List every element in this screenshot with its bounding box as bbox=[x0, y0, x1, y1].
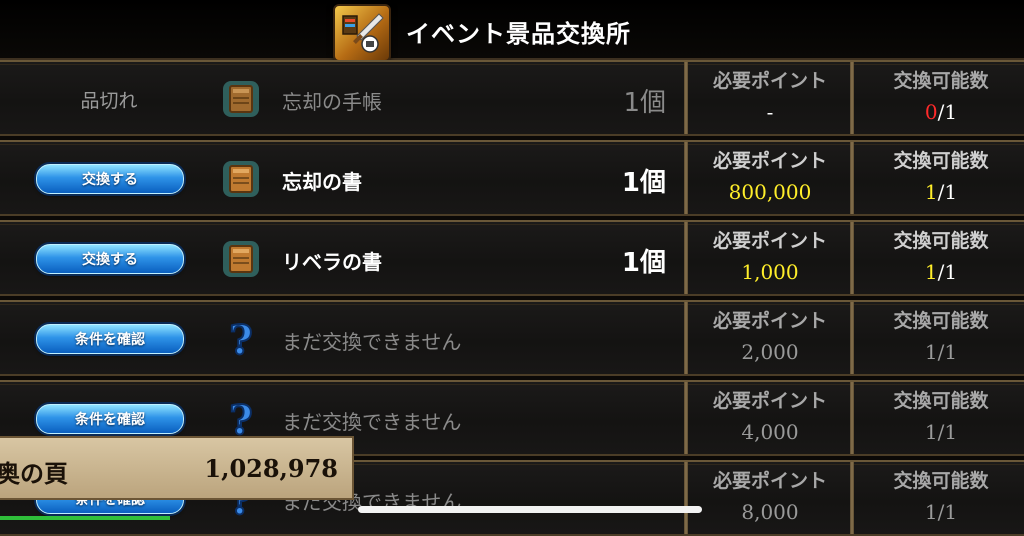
exchange-count-value: 1/1 bbox=[858, 180, 1024, 204]
required-points-value: 1,000 bbox=[741, 260, 799, 284]
exchange-count-label: 交換可能数 bbox=[893, 70, 989, 92]
page-title: イベント景品交換所 bbox=[406, 20, 631, 48]
exchange-row: 条件を確認 ? まだ交換できません 必要ポイント 2,000 交換可能数 1/1 bbox=[0, 300, 1024, 376]
column-divider bbox=[850, 142, 854, 214]
question-icon: ? bbox=[220, 396, 262, 445]
column-divider bbox=[850, 382, 854, 454]
required-points-label: 必要ポイント bbox=[712, 470, 827, 492]
points-currency-label: 奥の頁 bbox=[0, 460, 68, 488]
exchange-count-label: 交換可能数 bbox=[893, 310, 989, 332]
exchange-count-label: 交換可能数 bbox=[893, 150, 989, 172]
exchange-count-value: 1/1 bbox=[858, 500, 1024, 524]
exchange-count-label: 交換可能数 bbox=[893, 470, 989, 492]
required-points-value: 2,000 bbox=[741, 340, 799, 364]
required-points-label: 必要ポイント bbox=[712, 390, 827, 412]
column-divider bbox=[850, 462, 854, 534]
required-points-label: 必要ポイント bbox=[712, 230, 827, 252]
column-divider bbox=[850, 62, 854, 134]
exchange-total: /1 bbox=[937, 180, 958, 204]
item-quantity: 1個 bbox=[623, 88, 666, 118]
item-quantity: 1個 bbox=[621, 248, 666, 278]
exchange-total: /1 bbox=[937, 500, 958, 524]
owned-points-value: 1,028,978 bbox=[204, 454, 338, 483]
progress-indicator bbox=[0, 516, 170, 520]
exchange-total: /1 bbox=[937, 340, 958, 364]
exchange-used: 1 bbox=[924, 260, 938, 284]
svg-text:?: ? bbox=[229, 318, 252, 360]
exchange-used: 1 bbox=[924, 180, 938, 204]
exchange-used: 1 bbox=[924, 500, 938, 524]
column-divider bbox=[684, 462, 688, 534]
column-divider bbox=[684, 302, 688, 374]
exchange-button[interactable]: 交換する bbox=[36, 244, 184, 274]
exchange-total: /1 bbox=[937, 260, 958, 284]
exchange-row: 品切れ 忘却の手帳 1個 必要ポイント - 交換可能数 0/1 bbox=[0, 60, 1024, 136]
sold-out-label: 品切れ bbox=[80, 90, 138, 112]
column-divider bbox=[684, 62, 688, 134]
required-points-value: 8,000 bbox=[741, 500, 799, 524]
item-name: リベラの書 bbox=[282, 250, 382, 274]
check-conditions-button[interactable]: 条件を確認 bbox=[36, 404, 184, 434]
exchange-used: 1 bbox=[924, 340, 938, 364]
home-indicator[interactable] bbox=[358, 506, 702, 513]
column-divider bbox=[684, 222, 688, 294]
required-points-label: 必要ポイント bbox=[712, 70, 827, 92]
exchange-total: /1 bbox=[937, 100, 958, 124]
column-divider bbox=[850, 222, 854, 294]
exchange-row: 交換する 忘却の書 1個 必要ポイント 800,000 交換可能数 1/1 bbox=[0, 140, 1024, 216]
book-icon bbox=[220, 238, 262, 280]
item-name: まだ交換できません bbox=[282, 330, 462, 354]
exchange-count-value: 1/1 bbox=[858, 340, 1024, 364]
exchange-count-value: 1/1 bbox=[858, 260, 1024, 284]
required-points-value: - bbox=[766, 100, 774, 124]
exchange-used: 1 bbox=[924, 420, 938, 444]
item-quantity: 1個 bbox=[621, 168, 666, 198]
exchange-total: /1 bbox=[937, 420, 958, 444]
column-divider bbox=[850, 302, 854, 374]
column-divider bbox=[684, 142, 688, 214]
required-points-value: 800,000 bbox=[728, 180, 812, 204]
exchange-used: 0 bbox=[924, 100, 938, 124]
item-name: まだ交換できません bbox=[282, 410, 462, 434]
exchange-row: 交換する リベラの書 1個 必要ポイント 1,000 交換可能数 1/1 bbox=[0, 220, 1024, 296]
owned-points-panel: 奥の頁 1,028,978 bbox=[0, 436, 354, 500]
book-icon bbox=[220, 78, 262, 120]
required-points-label: 必要ポイント bbox=[712, 150, 827, 172]
item-name: 忘却の手帳 bbox=[282, 90, 382, 114]
exchange-count-label: 交換可能数 bbox=[893, 230, 989, 252]
exchange-button[interactable]: 交換する bbox=[36, 164, 184, 194]
exchange-count-label: 交換可能数 bbox=[893, 390, 989, 412]
svg-text:?: ? bbox=[229, 398, 252, 440]
required-points-value: 4,000 bbox=[741, 420, 799, 444]
question-icon: ? bbox=[220, 316, 262, 365]
required-points-label: 必要ポイント bbox=[712, 310, 827, 332]
book-icon bbox=[220, 158, 262, 200]
item-name: 忘却の書 bbox=[282, 170, 362, 194]
header-bar: イベント景品交換所 bbox=[0, 0, 1024, 62]
column-divider bbox=[684, 382, 688, 454]
exchange-count-value: 0/1 bbox=[858, 100, 1024, 124]
exchange-count-value: 1/1 bbox=[858, 420, 1024, 444]
check-conditions-button[interactable]: 条件を確認 bbox=[36, 324, 184, 354]
event-shop-icon bbox=[333, 4, 391, 62]
